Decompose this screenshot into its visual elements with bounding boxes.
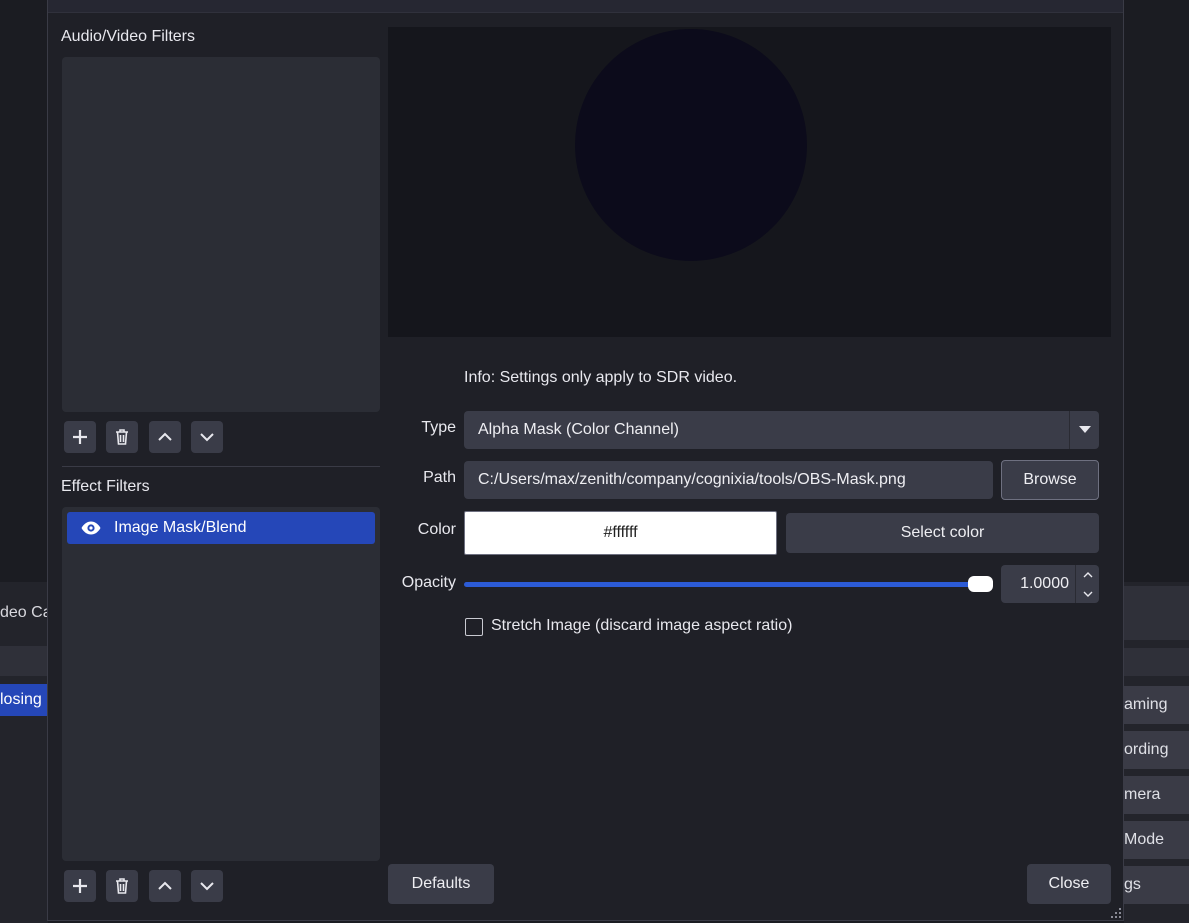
type-label: Type xyxy=(421,419,456,436)
eye-icon[interactable] xyxy=(80,517,102,539)
left-dock-selected-item[interactable]: losing xyxy=(0,684,48,716)
spin-arrows[interactable] xyxy=(1075,565,1099,603)
stretch-image-checkbox[interactable] xyxy=(465,618,483,636)
effect-filter-name: Image Mask/Blend xyxy=(114,519,247,536)
settings-button[interactable]: gs xyxy=(1124,866,1189,904)
close-button[interactable]: Close xyxy=(1027,864,1111,904)
preview-masked-circle xyxy=(575,29,807,261)
left-dock-label: deo Ca xyxy=(0,604,52,621)
stretch-image-label[interactable]: Stretch Image (discard image aspect rati… xyxy=(491,617,792,635)
opacity-spinbox[interactable]: 1.0000 xyxy=(1001,565,1099,603)
type-dropdown[interactable]: Alpha Mask (Color Channel) xyxy=(464,411,1099,449)
type-dropdown-value: Alpha Mask (Color Channel) xyxy=(478,421,679,438)
left-dock: deo Ca losing xyxy=(0,582,52,923)
add-audio-filter-button[interactable] xyxy=(64,421,96,453)
path-label: Path xyxy=(423,469,456,486)
defaults-button[interactable]: Defaults xyxy=(388,864,494,904)
chevron-up-icon[interactable] xyxy=(1076,565,1099,584)
filters-dialog: Audio/Video Filters Effect Filters Image… xyxy=(47,0,1124,921)
audio-video-filters-list[interactable] xyxy=(62,57,380,412)
plus-icon xyxy=(73,430,87,444)
chevron-down-icon xyxy=(200,433,214,442)
opacity-slider-handle[interactable] xyxy=(968,576,993,592)
info-text: Info: Settings only apply to SDR video. xyxy=(464,369,738,386)
chevron-up-icon xyxy=(158,432,172,441)
left-dock-toolbar xyxy=(0,646,48,676)
opacity-value: 1.0000 xyxy=(1020,575,1069,592)
dialog-titlebar xyxy=(48,0,1123,13)
controls-dock-header xyxy=(1124,586,1189,640)
start-recording-button[interactable]: ording xyxy=(1124,731,1189,769)
color-value-swatch: #ffffff xyxy=(464,511,777,555)
section-divider xyxy=(62,466,380,467)
remove-audio-filter-button[interactable] xyxy=(106,421,138,453)
chevron-down-icon[interactable] xyxy=(1076,584,1099,603)
effect-filters-list[interactable] xyxy=(62,507,380,861)
chevron-down-icon xyxy=(200,882,214,891)
move-audio-filter-down-button[interactable] xyxy=(191,421,223,453)
color-label: Color xyxy=(417,521,456,538)
plus-icon xyxy=(73,879,87,893)
start-streaming-button[interactable]: aming xyxy=(1124,686,1189,724)
resize-grip-icon[interactable] xyxy=(1111,908,1121,918)
trash-icon xyxy=(116,429,128,445)
studio-mode-button[interactable]: Mode xyxy=(1124,821,1189,859)
effect-filter-item[interactable]: Image Mask/Blend xyxy=(67,512,375,544)
opacity-slider[interactable] xyxy=(464,582,992,587)
audio-video-filters-title: Audio/Video Filters xyxy=(61,28,195,45)
move-effect-filter-up-button[interactable] xyxy=(149,870,181,902)
opacity-label: Opacity xyxy=(401,574,456,591)
move-audio-filter-up-button[interactable] xyxy=(149,421,181,453)
chevron-down-icon xyxy=(1069,411,1099,449)
path-input[interactable]: C:/Users/max/zenith/company/cognixia/too… xyxy=(464,461,993,499)
virtual-camera-button[interactable]: mera xyxy=(1124,776,1189,814)
browse-button[interactable]: Browse xyxy=(1001,460,1099,500)
chevron-up-icon xyxy=(158,881,172,890)
effect-filters-title: Effect Filters xyxy=(61,478,150,495)
remove-effect-filter-button[interactable] xyxy=(106,870,138,902)
filter-preview xyxy=(388,27,1111,337)
select-color-button[interactable]: Select color xyxy=(786,513,1099,553)
controls-dock: aming ording mera Mode gs xyxy=(1124,582,1189,923)
add-effect-filter-button[interactable] xyxy=(64,870,96,902)
trash-icon xyxy=(116,878,128,894)
controls-dock-toolbar xyxy=(1124,648,1189,676)
move-effect-filter-down-button[interactable] xyxy=(191,870,223,902)
